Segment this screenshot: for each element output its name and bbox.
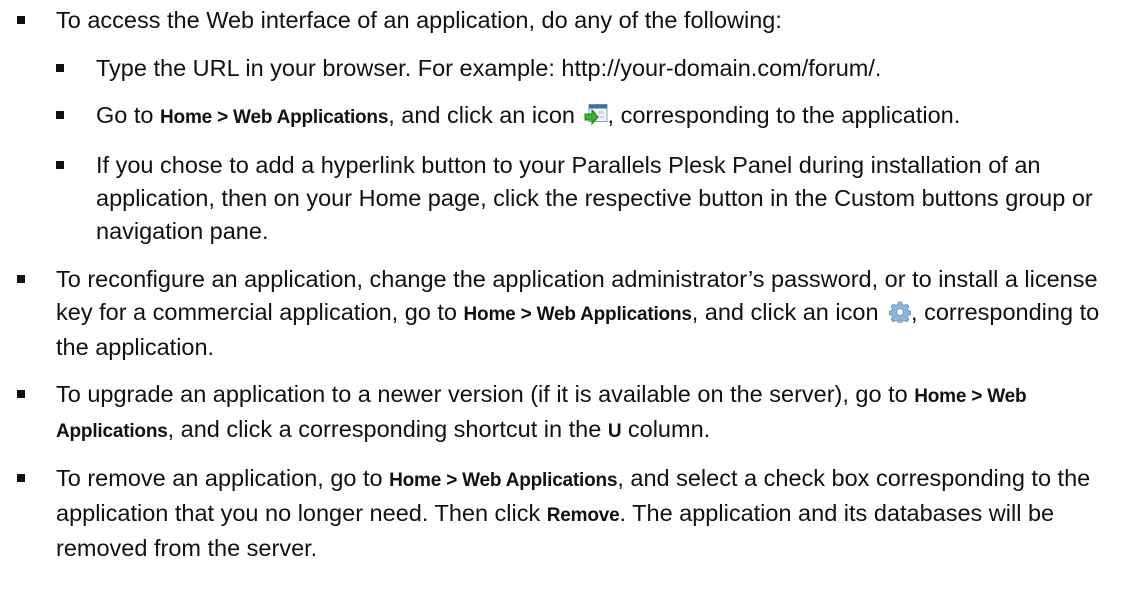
sub-item-text-middle: , and click an icon bbox=[388, 102, 582, 128]
open-web-interface-icon bbox=[584, 102, 608, 126]
square-bullet-icon bbox=[56, 161, 64, 169]
square-bullet-icon bbox=[17, 16, 25, 24]
menu-path: Home > Web Applications bbox=[463, 304, 692, 325]
document-body: To access the Web interface of an applic… bbox=[0, 0, 1134, 565]
square-bullet-icon bbox=[17, 474, 25, 482]
gear-icon bbox=[888, 299, 912, 325]
square-bullet-icon bbox=[17, 275, 25, 283]
sub-bullet-list: Type the URL in your browser. For exampl… bbox=[56, 52, 1120, 248]
sub-item-home-web-applications: Go to Home > Web Applications, and click… bbox=[56, 99, 1120, 134]
list-item-remove: To remove an application, go to Home > W… bbox=[0, 462, 1134, 565]
column-name: U bbox=[607, 421, 622, 442]
square-bullet-icon bbox=[17, 390, 25, 398]
sub-item-text: If you chose to add a hyperlink button t… bbox=[96, 152, 1093, 244]
remove-command: Remove bbox=[546, 505, 620, 526]
list-item-text-middle: , and click a corresponding shortcut in … bbox=[167, 416, 608, 442]
list-item-text-after: column. bbox=[621, 416, 711, 442]
square-bullet-icon bbox=[56, 64, 64, 72]
sub-item-text-before: Go to bbox=[96, 102, 161, 128]
list-item-text-middle: , and click an icon bbox=[691, 299, 886, 325]
sub-item-hyperlink-button: If you chose to add a hyperlink button t… bbox=[56, 149, 1120, 248]
menu-path: Home > Web Applications bbox=[389, 470, 618, 491]
list-item-text-before: To upgrade an application to a newer ver… bbox=[56, 381, 915, 407]
list-item-text: To access the Web interface of an applic… bbox=[56, 7, 782, 33]
list-item-text-before: To remove an application, go to bbox=[56, 465, 390, 491]
list-item-reconfigure: To reconfigure an application, change th… bbox=[0, 263, 1134, 364]
list-item-upgrade: To upgrade an application to a newer ver… bbox=[0, 378, 1134, 448]
bullet-list: To access the Web interface of an applic… bbox=[0, 4, 1134, 565]
menu-path: Home > Web Applications bbox=[160, 107, 389, 128]
sub-item-text-after: , corresponding to the application. bbox=[607, 102, 961, 128]
sub-item-text: Type the URL in your browser. For exampl… bbox=[96, 55, 882, 81]
list-item-access-web-interface: To access the Web interface of an applic… bbox=[0, 4, 1134, 248]
square-bullet-icon bbox=[56, 111, 64, 119]
sub-item-type-url: Type the URL in your browser. For exampl… bbox=[56, 52, 1120, 85]
